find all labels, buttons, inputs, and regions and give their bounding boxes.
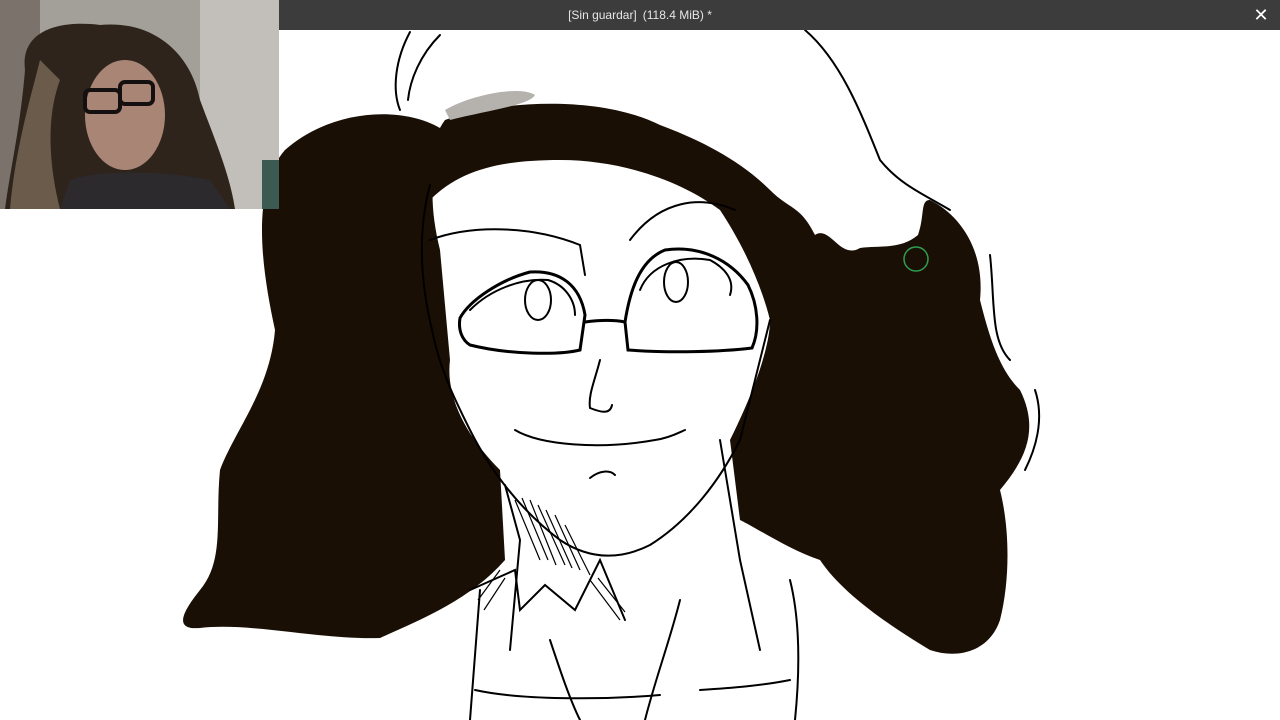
window-title: [Sin guardar] (118.4 MiB) * bbox=[568, 8, 712, 22]
close-button[interactable]: ✕ bbox=[1250, 4, 1272, 26]
drawing-app-window: [Sin guardar] (118.4 MiB) * ✕ bbox=[0, 0, 1280, 720]
document-name: [Sin guardar] bbox=[568, 8, 637, 22]
webcam-overlay bbox=[0, 0, 279, 209]
hair-fill bbox=[183, 103, 1030, 654]
document-size: (118.4 MiB) * bbox=[642, 8, 712, 22]
webcam-feed-image bbox=[0, 0, 279, 209]
close-icon: ✕ bbox=[1253, 4, 1269, 25]
